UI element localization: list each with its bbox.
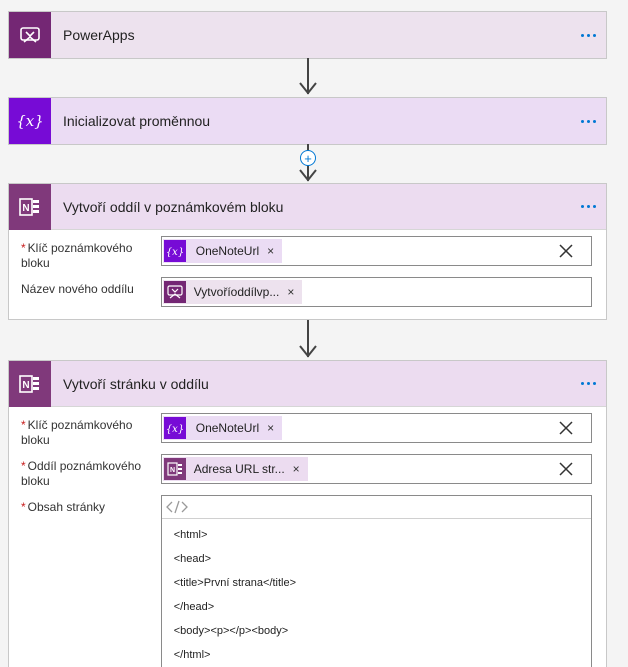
- step-create-page[interactable]: N Vytvoří stránku v oddílu * Klíč poznámk…: [8, 360, 607, 667]
- field-label: * Klíč poznámkového bloku: [21, 413, 161, 448]
- required-marker: *: [21, 500, 26, 514]
- section-name-input[interactable]: Vytvoříoddílvp... ×: [160, 277, 592, 307]
- required-marker: *: [21, 418, 26, 432]
- svg-text:N: N: [22, 380, 29, 391]
- editor-line: </head>: [173, 601, 215, 613]
- token-label: OneNoteUrl: [195, 421, 260, 435]
- field-label: Název nového oddílu: [21, 277, 161, 297]
- field-row-notebook-key: * Klíč poznámkového bloku {x} OneNoteUrl …: [21, 413, 592, 448]
- page-content-editor[interactable]: <html> <head> <title>První strana</title…: [160, 495, 592, 667]
- token-label: OneNoteUrl: [195, 244, 260, 258]
- variable-icon: {x}: [163, 240, 186, 262]
- clear-field-icon[interactable]: [559, 462, 573, 476]
- step-create-section[interactable]: N Vytvoří oddíl v poznámkovém bloku * Klí…: [8, 183, 607, 320]
- dynamic-content-token[interactable]: {x} OneNoteUrl ×: [162, 416, 283, 440]
- more-options-icon[interactable]: [570, 205, 606, 208]
- more-options-icon[interactable]: [570, 382, 606, 385]
- arrow-down-icon: [299, 169, 317, 182]
- step-header[interactable]: N Vytvoří oddíl v poznámkovém bloku: [9, 183, 606, 230]
- svg-text:N: N: [170, 467, 175, 474]
- field-label-text: Oddíl poznámkového bloku: [21, 459, 142, 488]
- step-title: Vytvoří oddíl v poznámkovém bloku: [63, 198, 284, 215]
- field-label-text: Obsah stránky: [27, 500, 106, 514]
- step-header[interactable]: N Vytvoří stránku v oddílu: [9, 360, 606, 407]
- field-row-section-name: Název nového oddílu Vytvoříoddílvp... ×: [21, 277, 592, 307]
- notebook-key-input[interactable]: {x} OneNoteUrl ×: [160, 236, 592, 266]
- dynamic-content-token[interactable]: Vytvoříoddílvp... ×: [162, 280, 303, 304]
- step-header[interactable]: {x} Inicializovat proměnnou: [9, 98, 606, 144]
- onenote-icon: N: [9, 360, 51, 407]
- svg-text:{x}: {x}: [166, 424, 184, 435]
- editor-line: <title>První strana</title>: [173, 577, 297, 589]
- field-label: * Obsah stránky: [21, 495, 161, 515]
- token-remove-icon[interactable]: ×: [293, 462, 300, 476]
- token-label: Adresa URL str...: [193, 462, 285, 476]
- step-body: * Klíč poznámkového bloku {x} OneNoteUrl …: [9, 407, 606, 667]
- editor-toolbar: [161, 496, 591, 519]
- required-marker: *: [21, 459, 26, 473]
- editor-content[interactable]: <html> <head> <title>První strana</title…: [162, 519, 591, 667]
- svg-text:{x}: {x}: [166, 247, 184, 258]
- onenote-icon: N: [9, 183, 51, 230]
- field-label-text: Název nového oddílu: [21, 282, 134, 296]
- notebook-section-input[interactable]: N Adresa URL str... ×: [160, 454, 592, 484]
- code-view-icon[interactable]: [165, 500, 188, 514]
- field-label: * Klíč poznámkového bloku: [21, 236, 161, 271]
- more-options-icon[interactable]: [570, 119, 606, 123]
- step-header[interactable]: PowerApps: [9, 12, 606, 58]
- more-options-icon[interactable]: [570, 33, 606, 37]
- dynamic-content-token[interactable]: {x} OneNoteUrl ×: [162, 239, 283, 263]
- powerapps-icon: [9, 12, 51, 58]
- arrow-down-icon: [299, 82, 317, 95]
- editor-line: <head>: [173, 553, 212, 565]
- clear-field-icon[interactable]: [559, 244, 573, 258]
- step-initialize-variable[interactable]: {x} Inicializovat proměnnou: [8, 97, 607, 145]
- notebook-key-input[interactable]: {x} OneNoteUrl ×: [160, 413, 592, 443]
- token-remove-icon[interactable]: ×: [267, 244, 274, 258]
- field-row-page-content: * Obsah stránky <html> <head> <title>Prvn…: [21, 495, 592, 667]
- add-step-plus-icon[interactable]: +: [300, 150, 316, 166]
- field-row-notebook-key: * Klíč poznámkového bloku {x} OneNoteUrl …: [21, 236, 592, 271]
- dynamic-content-token[interactable]: N Adresa URL str... ×: [162, 457, 308, 481]
- step-title: Vytvoří stránku v oddílu: [63, 375, 209, 392]
- token-remove-icon[interactable]: ×: [287, 285, 294, 299]
- required-marker: *: [21, 241, 26, 255]
- token-remove-icon[interactable]: ×: [267, 421, 274, 435]
- editor-line: <html>: [173, 529, 208, 541]
- variable-icon: {x}: [9, 98, 51, 144]
- step-title: Inicializovat proměnnou: [63, 113, 211, 129]
- onenote-icon: N: [163, 458, 186, 480]
- field-label-text: Klíč poznámkového bloku: [21, 241, 133, 270]
- step-title: PowerApps: [63, 27, 135, 43]
- powerapps-icon: [163, 281, 186, 303]
- field-row-notebook-section: * Oddíl poznámkového bloku N Adresa URL s…: [21, 454, 592, 489]
- field-label-text: Klíč poznámkového bloku: [21, 418, 133, 447]
- svg-text:N: N: [22, 203, 29, 214]
- editor-line: </html>: [173, 649, 211, 661]
- token-label: Vytvoříoddílvp...: [193, 285, 280, 299]
- editor-line: <body><p></p><body>: [173, 625, 289, 637]
- arrow-down-icon: [299, 345, 317, 358]
- clear-field-icon[interactable]: [559, 421, 573, 435]
- field-label: * Oddíl poznámkového bloku: [21, 454, 161, 489]
- variable-icon: {x}: [163, 417, 186, 439]
- svg-text:{x}: {x}: [17, 112, 43, 130]
- step-powerapps[interactable]: PowerApps: [8, 11, 607, 59]
- step-body: * Klíč poznámkového bloku {x} OneNoteUrl …: [9, 230, 606, 321]
